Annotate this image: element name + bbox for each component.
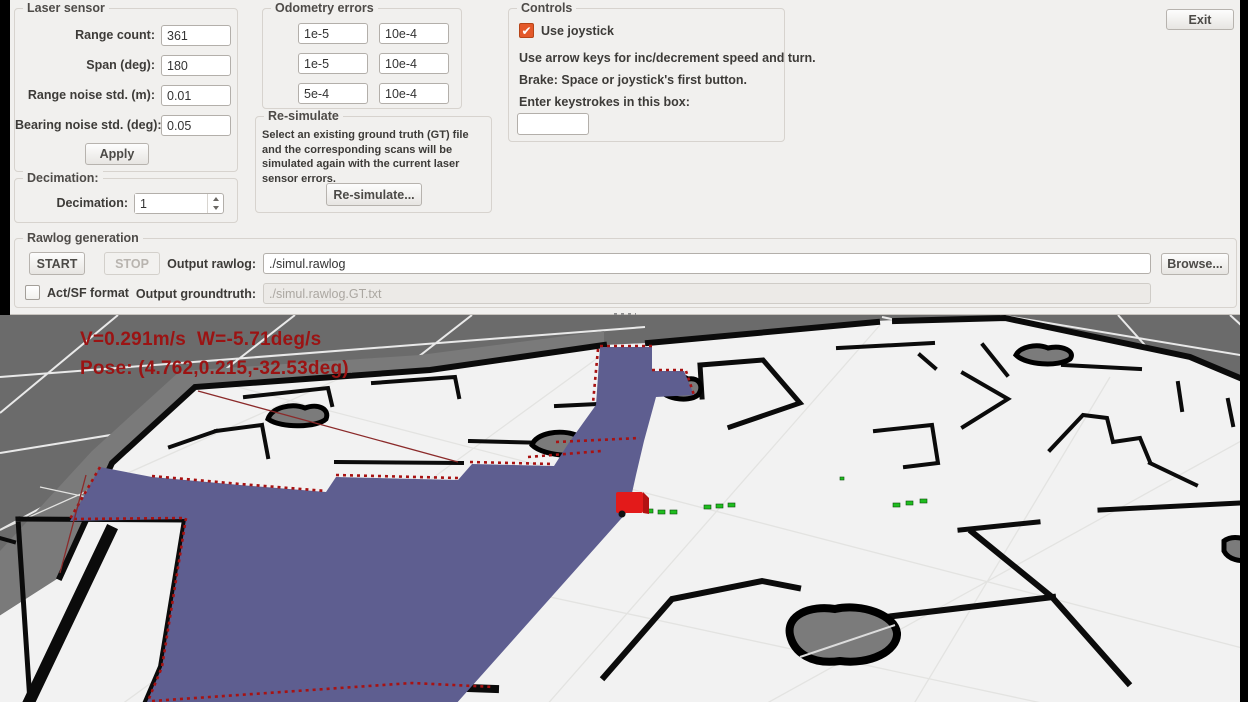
output-rawlog-label: Output rawlog: <box>135 257 256 271</box>
span-input[interactable] <box>161 55 231 76</box>
odometry-error-input-4[interactable] <box>379 53 449 74</box>
frame-right-edge <box>1240 0 1248 702</box>
range-count-input[interactable] <box>161 25 231 46</box>
control-panel: Laser sensor Range count: Span (deg): Ra… <box>10 0 1240 315</box>
rawlog-generation-group: Rawlog generation START STOP Output rawl… <box>14 238 1237 308</box>
odometry-errors-group: Odometry errors <box>262 8 462 109</box>
odometry-error-input-3[interactable] <box>298 53 368 74</box>
start-button[interactable]: START <box>29 252 85 275</box>
controls-group: Controls ✔ Use joystick Use arrow keys f… <box>508 8 785 142</box>
bearing-noise-label: Bearing noise std. (deg): <box>15 118 155 132</box>
decimation-input[interactable] <box>135 194 206 213</box>
resimulate-button[interactable]: Re-simulate... <box>326 183 422 206</box>
spinner-arrows[interactable] <box>207 194 223 213</box>
odometry-error-input-6[interactable] <box>379 83 449 104</box>
decimation-group: Decimation: Decimation: <box>14 178 238 223</box>
span-label: Span (deg): <box>15 58 155 72</box>
output-groundtruth-label: Output groundtruth: <box>135 287 256 301</box>
laser-sensor-group: Laser sensor Range count: Span (deg): Ra… <box>14 8 238 172</box>
output-groundtruth-input <box>263 283 1151 304</box>
resimulate-group: Re-simulate Select an existing ground tr… <box>255 116 492 213</box>
rawlog-generation-title: Rawlog generation <box>23 231 143 245</box>
controls-instruction-1: Use arrow keys for inc/decrement speed a… <box>519 51 816 65</box>
keystroke-input[interactable] <box>517 113 589 135</box>
use-joystick-checkbox[interactable]: ✔ <box>519 23 534 38</box>
odometry-error-input-1[interactable] <box>298 23 368 44</box>
spin-down-icon[interactable] <box>208 204 223 214</box>
odometry-error-input-5[interactable] <box>298 83 368 104</box>
spin-up-icon[interactable] <box>208 194 223 204</box>
bearing-noise-input[interactable] <box>161 115 231 136</box>
actsf-format-checkbox[interactable] <box>25 285 40 300</box>
controls-instruction-3: Enter keystrokes in this box: <box>519 95 690 109</box>
controls-instruction-2: Brake: Space or joystick's first button. <box>519 73 747 87</box>
hud-pose-text: Pose: (4.762,0.215,-32.53deg) <box>80 358 349 380</box>
laser-sensor-title: Laser sensor <box>23 1 109 15</box>
decimation-group-title: Decimation: <box>23 171 103 185</box>
actsf-format-label: Act/SF format <box>47 286 129 300</box>
decimation-label: Decimation: <box>15 196 128 210</box>
apply-button[interactable]: Apply <box>85 143 149 165</box>
robot-wheel <box>619 511 626 518</box>
hud-velocity-text: V=0.291m/s W=-5.71deg/s <box>80 329 349 351</box>
resimulate-title: Re-simulate <box>264 109 343 123</box>
simulator-window: Laser sensor Range count: Span (deg): Ra… <box>0 0 1248 702</box>
map-3d-viewport[interactable]: V=0.291m/s W=-5.71deg/s Pose: (4.762,0.2… <box>0 315 1240 702</box>
odometry-errors-title: Odometry errors <box>271 1 378 15</box>
range-noise-input[interactable] <box>161 85 231 106</box>
range-noise-label: Range noise std. (m): <box>15 88 155 102</box>
use-joystick-label: Use joystick <box>541 24 614 38</box>
resimulate-description: Select an existing ground truth (GT) fil… <box>262 128 489 186</box>
odometry-error-input-2[interactable] <box>379 23 449 44</box>
range-count-label: Range count: <box>15 28 155 42</box>
exit-button[interactable]: Exit <box>1166 9 1234 30</box>
output-rawlog-input[interactable] <box>263 253 1151 274</box>
decimation-spinner[interactable] <box>134 193 224 214</box>
controls-title: Controls <box>517 1 576 15</box>
browse-button[interactable]: Browse... <box>1161 253 1229 275</box>
hud-overlay: V=0.291m/s W=-5.71deg/s Pose: (4.762,0.2… <box>80 329 349 380</box>
